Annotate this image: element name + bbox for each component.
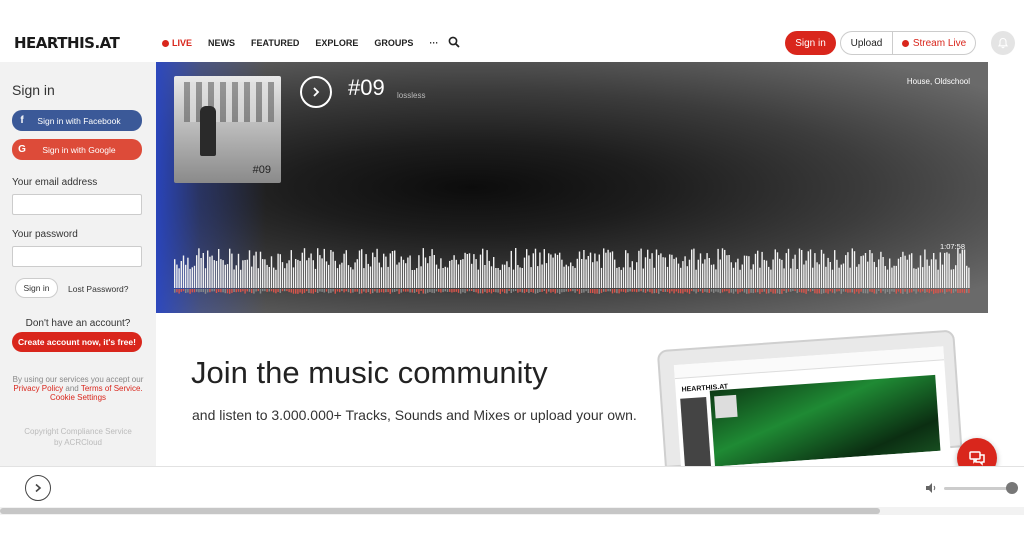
facebook-icon: f xyxy=(20,115,24,126)
stream-live-button[interactable]: Stream Live xyxy=(892,31,976,55)
nav-item-explore[interactable]: EXPLORE xyxy=(315,38,358,48)
password-label: Your password xyxy=(12,229,78,240)
copyright-line-1: Copyright Compliance Service xyxy=(24,427,132,436)
join-subheading: and listen to 3.000.000+ Tracks, Sounds … xyxy=(192,407,637,423)
play-icon xyxy=(313,87,320,97)
track-title[interactable]: #09 xyxy=(348,75,385,101)
main-nav: LIVE NEWS FEATURED EXPLORE GROUPS ··· xyxy=(162,38,438,48)
signin-sidebar: Sign in f Sign in with Facebook G Sign i… xyxy=(0,62,156,466)
join-heading: Join the music community xyxy=(191,355,548,390)
email-label: Your email address xyxy=(12,177,98,188)
signin-submit-button[interactable]: Sign in xyxy=(15,278,58,298)
top-header: HEARTHIS.AT LIVE NEWS FEATURED EXPLORE G… xyxy=(0,24,1024,62)
lost-password-link[interactable]: Lost Password? xyxy=(68,284,128,294)
volume-icon[interactable] xyxy=(926,483,938,493)
scrollbar-thumb[interactable] xyxy=(0,508,880,514)
header-signin-button[interactable]: Sign in xyxy=(785,31,836,55)
cookie-settings-link[interactable]: Cookie Settings xyxy=(50,393,106,402)
search-icon[interactable] xyxy=(448,36,460,48)
google-icon: G xyxy=(18,144,26,155)
track-genre[interactable]: House, Oldschool xyxy=(907,77,970,86)
upload-button[interactable]: Upload xyxy=(840,31,892,55)
sidebar-title: Sign in xyxy=(12,82,55,98)
copyright-line-2: by ACRCloud xyxy=(53,438,103,447)
email-field[interactable] xyxy=(12,194,142,215)
bell-icon[interactable] xyxy=(991,31,1015,55)
cover-number: #09 xyxy=(252,164,271,176)
create-account-button[interactable]: Create account now, it's free! xyxy=(12,332,142,352)
no-account-text: Don't have an account? xyxy=(25,318,131,329)
terms-prefix: By using our services you accept our xyxy=(12,375,144,384)
terms-text: By using our services you accept our Pri… xyxy=(12,375,144,402)
volume-slider-handle[interactable] xyxy=(1006,482,1018,494)
play-icon xyxy=(35,483,42,493)
facebook-signin-label: Sign in with Facebook xyxy=(37,115,121,126)
horizontal-scrollbar[interactable] xyxy=(0,507,1024,515)
featured-track-hero: #09 #09 lossless House, Oldschool 1:07:5… xyxy=(156,62,988,313)
bottom-player-bar xyxy=(0,466,1024,508)
facebook-signin-button[interactable]: f Sign in with Facebook xyxy=(12,110,142,131)
privacy-policy-link[interactable]: Privacy Policy xyxy=(13,384,63,393)
player-play-button[interactable] xyxy=(25,475,51,501)
volume-slider[interactable] xyxy=(944,487,1010,490)
terms-of-service-link[interactable]: Terms of Service xyxy=(81,384,141,393)
nav-item-live-label: LIVE xyxy=(172,38,193,48)
nav-item-featured[interactable]: FEATURED xyxy=(251,38,299,48)
track-waveform[interactable] xyxy=(174,248,970,296)
google-signin-button[interactable]: G Sign in with Google xyxy=(12,139,142,160)
live-dot-icon xyxy=(901,39,909,47)
nav-item-news[interactable]: NEWS xyxy=(208,38,235,48)
site-logo[interactable]: HEARTHIS.AT xyxy=(14,34,120,52)
nav-item-groups[interactable]: GROUPS xyxy=(374,38,413,48)
google-signin-label: Sign in with Google xyxy=(42,144,116,155)
track-cover-image[interactable]: #09 xyxy=(174,76,281,183)
terms-and: and xyxy=(65,384,79,393)
laptop-illustration: HEARTHIS.AT xyxy=(656,329,965,469)
stream-live-label: Stream Live xyxy=(912,37,967,49)
copyright-text: Copyright Compliance Service by ACRCloud xyxy=(10,426,146,448)
password-field[interactable] xyxy=(12,246,142,267)
nav-item-live[interactable]: LIVE xyxy=(162,38,192,48)
track-quality: lossless xyxy=(397,91,426,100)
nav-item-more[interactable]: ··· xyxy=(429,38,438,48)
chat-icon xyxy=(969,451,985,466)
live-dot-icon xyxy=(162,39,169,47)
hero-play-button[interactable] xyxy=(300,76,332,108)
